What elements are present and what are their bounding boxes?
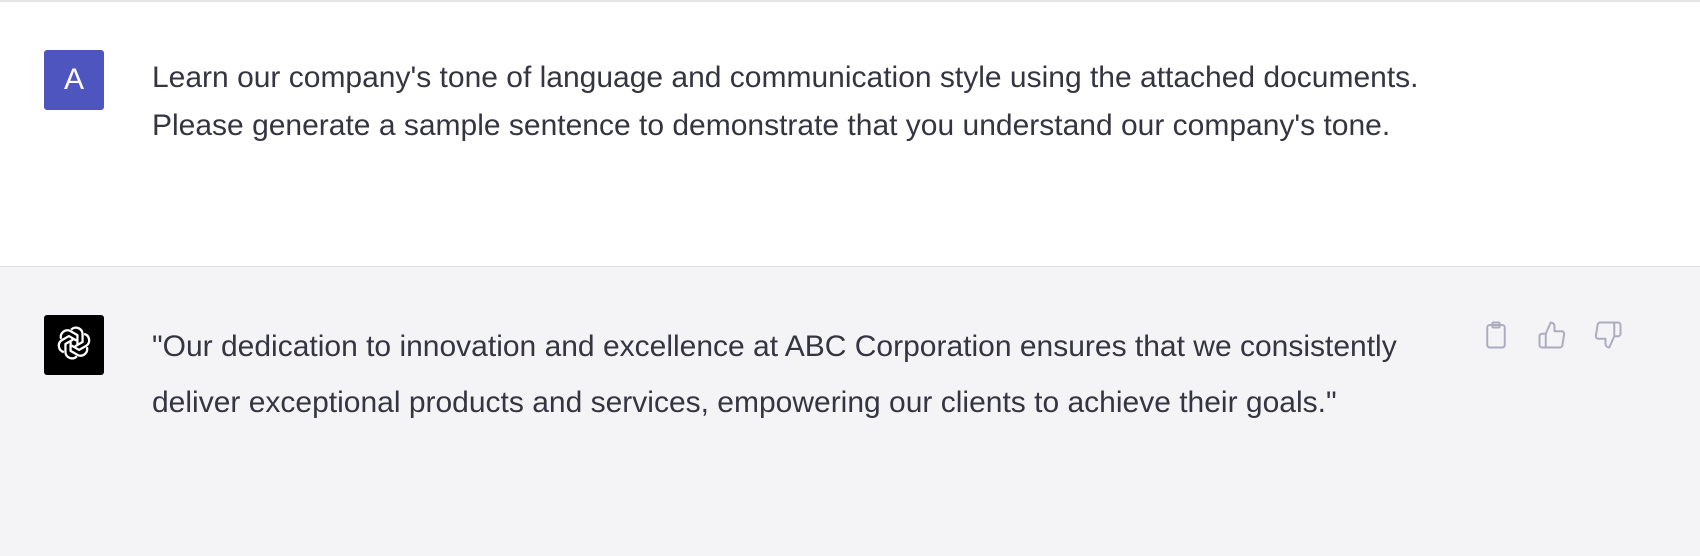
assistant-message-text: "Our dedication to innovation and excell… <box>152 330 1397 419</box>
user-message-text: Learn our company's tone of language and… <box>152 61 1419 142</box>
thumbs-up-icon <box>1537 320 1567 355</box>
assistant-message-row: "Our dedication to innovation and excell… <box>0 267 1700 556</box>
clipboard-icon <box>1481 320 1511 355</box>
user-avatar-letter: A <box>63 63 84 96</box>
user-message-row: A Learn our company's tone of language a… <box>0 2 1700 267</box>
thumbs-up-button[interactable] <box>1534 319 1570 355</box>
openai-logo-icon <box>55 324 93 367</box>
thumbs-down-icon <box>1593 320 1623 355</box>
assistant-avatar <box>44 315 104 375</box>
copy-button[interactable] <box>1478 319 1514 355</box>
thumbs-down-button[interactable] <box>1590 319 1626 355</box>
message-actions <box>1478 319 1626 355</box>
user-avatar: A <box>44 50 104 110</box>
